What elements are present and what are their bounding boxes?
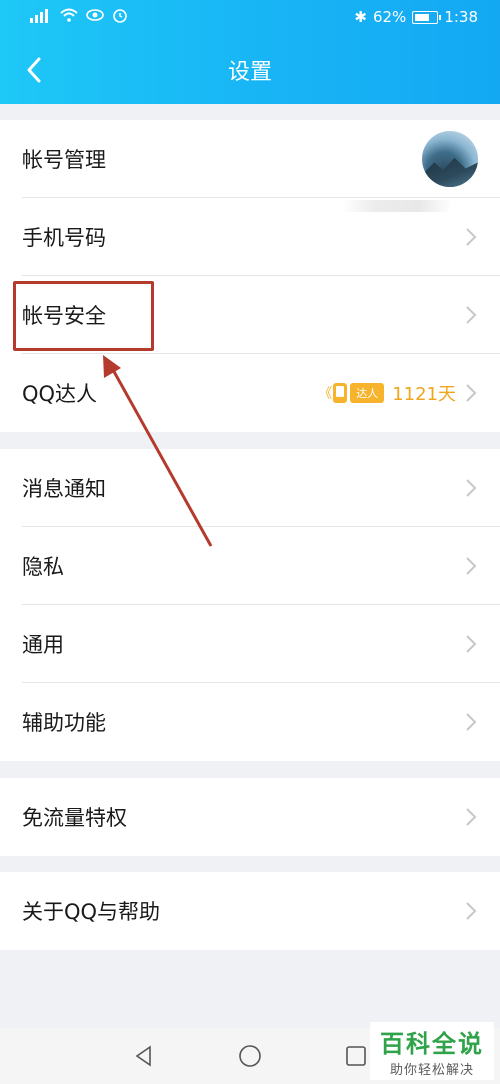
status-left [30,7,128,27]
blurred-phone-value [342,200,452,212]
annotation-highlight-box [13,281,154,351]
wifi-icon [60,8,78,26]
status-bar: ✱ 62% 1:38 [0,0,500,34]
row-notifications[interactable]: 消息通知 [0,449,500,527]
wing-icon: 《 [318,386,333,402]
watermark-subtitle: 助你轻松解决 [389,1063,474,1078]
settings-group-account: 帐号管理 手机号码 帐号安全 QQ达人 《 达人 1121天 [0,120,500,432]
settings-group-data: 免流量特权 [0,778,500,856]
row-label: QQ达人 [22,382,98,406]
settings-group-about: 关于QQ与帮助 [0,872,500,950]
row-label: 消息通知 [22,477,106,501]
avatar [422,131,478,187]
chevron-right-icon [466,713,477,731]
clock: 1:38 [444,8,478,26]
chevron-right-icon [466,808,477,826]
chevron-right-icon [466,557,477,575]
talent-tag: 达人 [350,383,385,403]
eye-icon [86,8,104,26]
battery-icon [412,10,442,24]
chevron-left-icon [27,57,41,83]
row-free-data[interactable]: 免流量特权 [0,778,500,856]
row-accessibility[interactable]: 辅助功能 [0,683,500,761]
bluetooth-icon: ✱ [354,8,367,26]
watermark-logo: 百科全说 助你轻松解决 [370,1022,494,1080]
nav-recents-button[interactable] [342,1042,370,1070]
chevron-right-icon [466,384,477,402]
chevron-right-icon [466,228,477,246]
row-label: 通用 [22,633,64,657]
row-general[interactable]: 通用 [0,605,500,683]
talent-days: 1121天 [392,384,456,405]
square-recents-icon [346,1046,366,1066]
row-phone-number[interactable]: 手机号码 [0,198,500,276]
row-label: 手机号码 [22,226,106,250]
chevron-right-icon [466,306,477,324]
nav-home-button[interactable] [236,1042,264,1070]
battery-percent: 62% [372,8,407,26]
row-privacy[interactable]: 隐私 [0,527,500,605]
alarm-icon [112,7,128,27]
phone-icon [333,383,348,403]
row-label: 免流量特权 [22,806,127,830]
row-label: 帐号管理 [22,148,106,172]
signal-icon [30,8,52,26]
header-bar: ✱ 62% 1:38 设置 [0,0,500,104]
circle-home-icon [239,1045,261,1067]
watermark-title: 百科全说 [380,1030,484,1058]
chevron-right-icon [466,479,477,497]
row-label: 隐私 [22,555,64,579]
talent-info: 《 达人 1121天 [318,380,456,406]
page-title: 设置 [227,60,272,85]
talent-badge: 《 达人 [318,382,385,404]
row-about-help[interactable]: 关于QQ与帮助 [0,872,500,950]
row-label: 辅助功能 [22,711,106,735]
row-qq-talent[interactable]: QQ达人 《 达人 1121天 [0,354,500,432]
nav-back-button[interactable] [130,1042,158,1070]
triangle-back-icon [135,1045,151,1067]
chevron-right-icon [466,635,477,653]
chevron-right-icon [466,902,477,920]
settings-group-general: 消息通知 隐私 通用 辅助功能 [0,449,500,761]
back-button[interactable] [16,52,52,88]
row-label: 关于QQ与帮助 [22,900,161,924]
status-right: ✱ 62% 1:38 [354,8,478,26]
nav-bar: 设置 [0,40,500,100]
row-account-management[interactable]: 帐号管理 [0,120,500,198]
